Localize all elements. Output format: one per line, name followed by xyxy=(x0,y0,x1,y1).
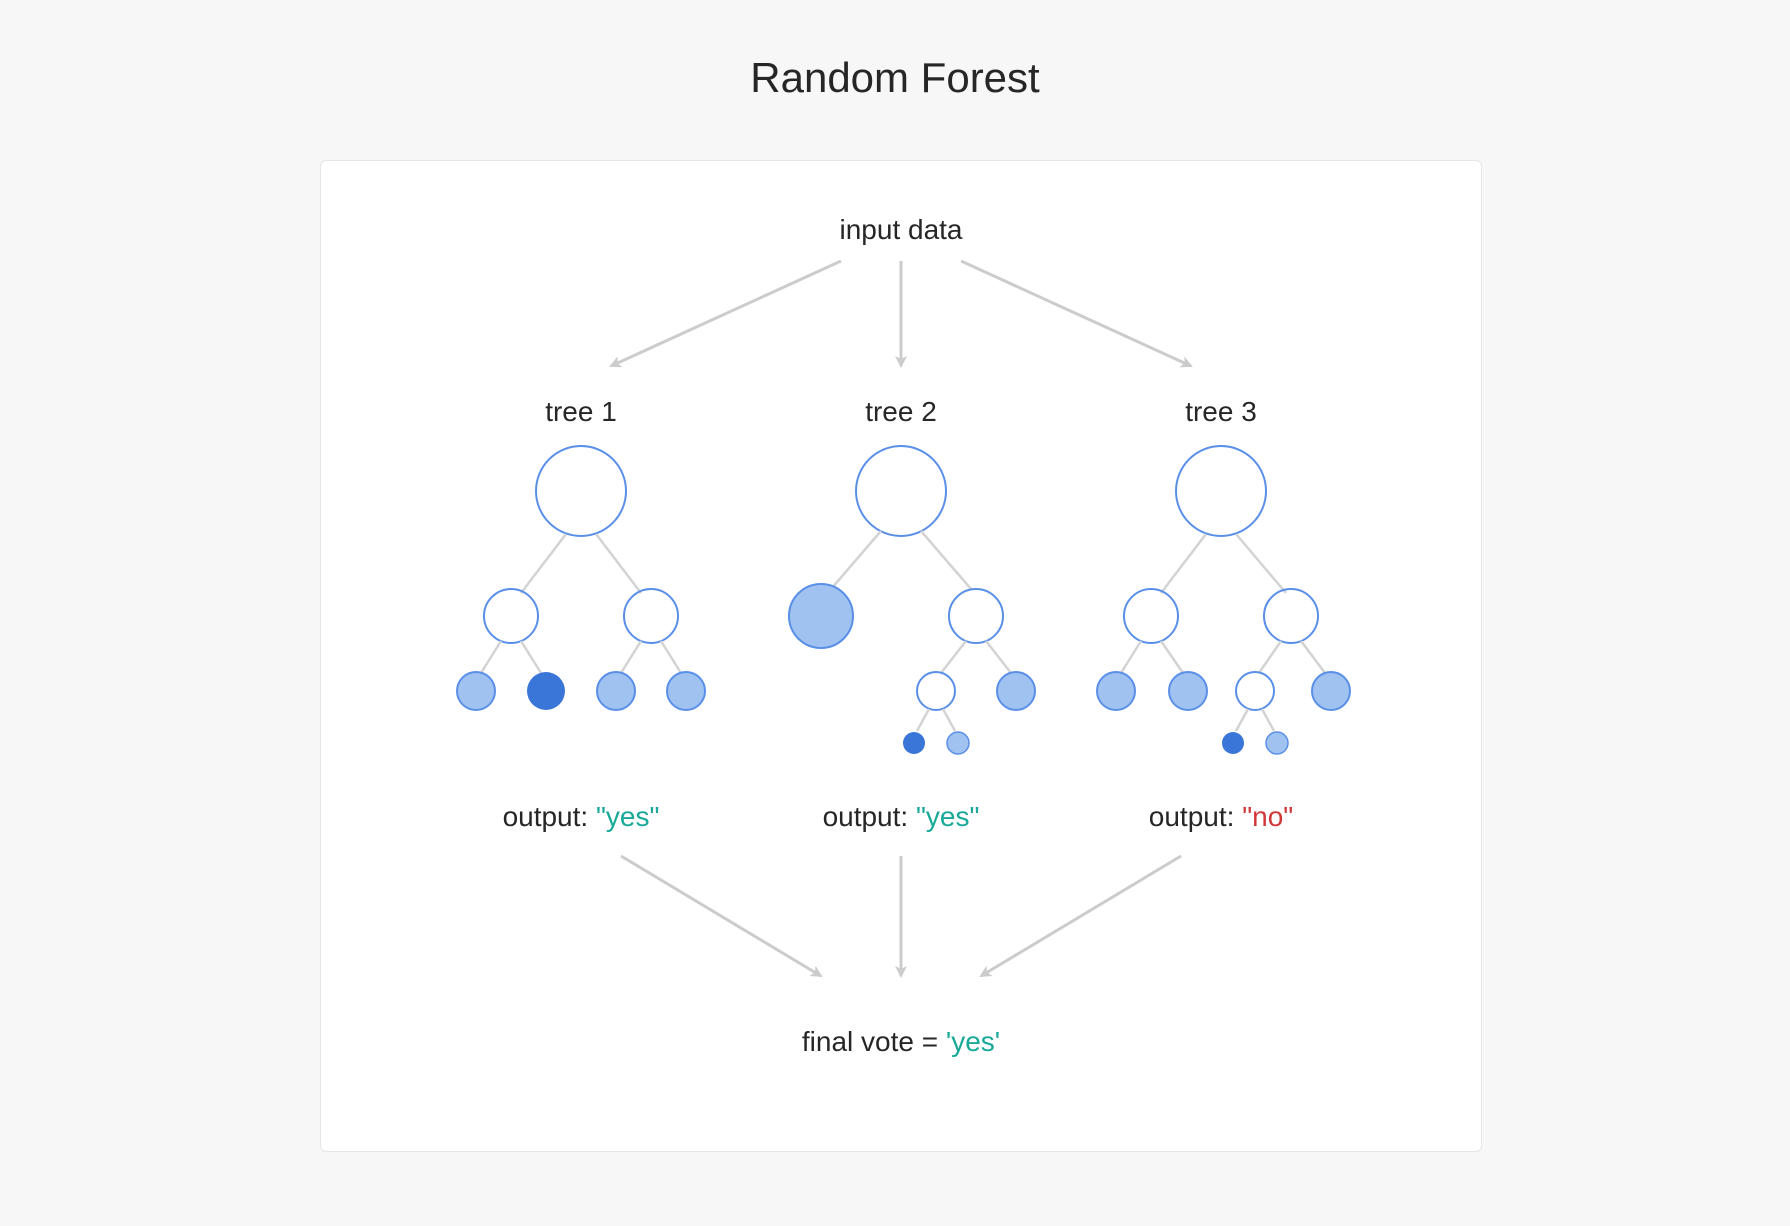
tree1-leaf-4 xyxy=(667,672,705,710)
tree3-root-node xyxy=(1176,446,1266,536)
tree2-l2-right-node xyxy=(949,589,1003,643)
tree2-l4-right-node xyxy=(947,732,969,754)
tree1-l2-left-node xyxy=(484,589,538,643)
tree3-l2-left-node xyxy=(1124,589,1178,643)
tree2-l3-right-node xyxy=(997,672,1035,710)
tree3-l3-4-node xyxy=(1312,672,1350,710)
input-data-label: input data xyxy=(840,214,963,245)
tree2-l2-left-node xyxy=(789,584,853,648)
tree3-output: output: "no" xyxy=(1149,801,1293,832)
tree1-output: output: "yes" xyxy=(503,801,660,832)
tree2 xyxy=(789,446,1035,754)
diagram-panel: input data tree 1 tree 2 tree 3 xyxy=(320,160,1482,1152)
tree1-label: tree 1 xyxy=(545,396,617,427)
tree2-root-node xyxy=(856,446,946,536)
random-forest-diagram: input data tree 1 tree 2 tree 3 xyxy=(321,161,1481,1151)
diagram-title: Random Forest xyxy=(0,54,1790,102)
tree1 xyxy=(457,446,705,710)
tree3-l4-left-node xyxy=(1222,732,1244,754)
arrow-tree3-final xyxy=(981,856,1181,976)
tree1-leaf-3 xyxy=(597,672,635,710)
tree3-label: tree 3 xyxy=(1185,396,1257,427)
arrow-input-tree3 xyxy=(961,261,1191,366)
tree3-l3-3-node xyxy=(1236,672,1274,710)
tree2-output: output: "yes" xyxy=(823,801,980,832)
tree2-l4-left-node xyxy=(903,732,925,754)
tree1-root-node xyxy=(536,446,626,536)
tree2-label: tree 2 xyxy=(865,396,937,427)
tree1-leaf-2 xyxy=(527,672,565,710)
tree2-l3-left-node xyxy=(917,672,955,710)
tree1-l2-right-node xyxy=(624,589,678,643)
tree3-l3-2-node xyxy=(1169,672,1207,710)
arrow-input-tree1 xyxy=(611,261,841,366)
tree3 xyxy=(1097,446,1350,754)
tree3-l2-right-node xyxy=(1264,589,1318,643)
tree3-l3-1-node xyxy=(1097,672,1135,710)
tree3-l4-right-node xyxy=(1266,732,1288,754)
final-vote-label: final vote = 'yes' xyxy=(802,1026,1000,1057)
arrow-tree1-final xyxy=(621,856,821,976)
tree1-leaf-1 xyxy=(457,672,495,710)
